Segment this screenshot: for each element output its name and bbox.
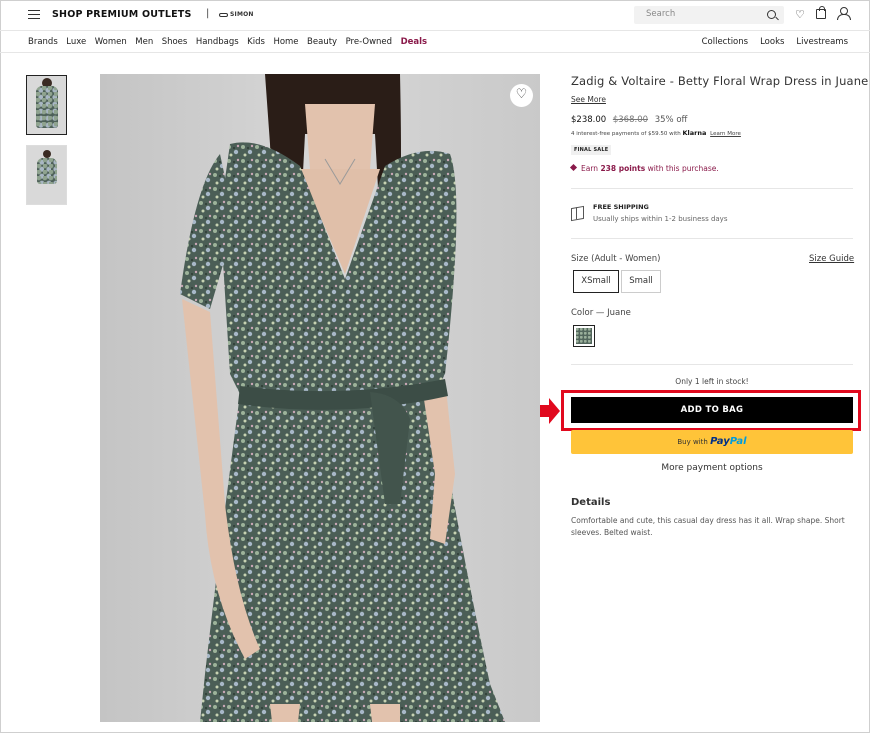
- top-bar: SHOP PREMIUM OUTLETS | SIMON Search ♡: [0, 0, 870, 30]
- add-to-wishlist-heart-icon[interactable]: ♡: [510, 84, 533, 107]
- size-label: Size (Adult - Women): [571, 254, 661, 264]
- user-account-icon[interactable]: [837, 7, 851, 20]
- paypal-button[interactable]: Buy with PayPal: [571, 430, 853, 454]
- sale-price: $238.00: [571, 115, 607, 125]
- size-option-xsmall[interactable]: XSmall: [573, 270, 619, 293]
- points-value: 238 points: [600, 164, 646, 173]
- site-logo[interactable]: SHOP PREMIUM OUTLETS: [52, 9, 192, 20]
- product-thumbnail-1[interactable]: [26, 75, 67, 135]
- nav-women[interactable]: Women: [95, 37, 127, 47]
- simon-text: SIMON: [230, 11, 254, 18]
- nav-luxe[interactable]: Luxe: [66, 37, 86, 47]
- klarna-logo: Klarna: [682, 129, 707, 137]
- klarna-installments: 4 interest-free payments of $59.50 with …: [571, 129, 741, 137]
- shopping-bag-icon[interactable]: [816, 6, 826, 19]
- nav-home[interactable]: Home: [273, 37, 298, 47]
- category-nav: Brands Luxe Women Men Shoes Handbags Kid…: [0, 30, 870, 53]
- simon-logo[interactable]: SIMON: [219, 11, 254, 18]
- nav-handbags[interactable]: Handbags: [196, 37, 239, 47]
- paypal-logo: PayPal: [710, 436, 747, 447]
- thumbnail-dress: [37, 158, 57, 184]
- divider: [571, 238, 853, 239]
- divider: [571, 364, 853, 365]
- klarna-text: 4 interest-free payments of $59.50 with: [571, 131, 681, 137]
- size-option-small[interactable]: Small: [621, 270, 661, 293]
- price-row: $238.00 $368.00 35% off: [571, 115, 687, 125]
- nav-beauty[interactable]: Beauty: [307, 37, 337, 47]
- points-prefix: Earn: [581, 164, 599, 173]
- color-swatch-juane[interactable]: [573, 325, 595, 347]
- original-price: $368.00: [612, 115, 649, 125]
- free-shipping-title: FREE SHIPPING: [593, 203, 649, 211]
- product-thumbnail-2[interactable]: [26, 145, 67, 205]
- paypal-logo-pal: Pal: [729, 436, 747, 447]
- see-more-link[interactable]: See More: [571, 95, 606, 104]
- search-icon[interactable]: [767, 10, 776, 19]
- details-text: Comfortable and cute, this casual day dr…: [571, 516, 845, 537]
- nav-deals[interactable]: Deals: [401, 37, 428, 47]
- nav-livestreams[interactable]: Livestreams: [796, 37, 848, 47]
- nav-men[interactable]: Men: [135, 37, 153, 47]
- search-placeholder: Search: [646, 9, 676, 19]
- nav-looks[interactable]: Looks: [760, 37, 784, 47]
- nav-kids[interactable]: Kids: [247, 37, 265, 47]
- shipping-box-icon: [571, 205, 584, 222]
- reward-points: Earn 238 points with this purchase.: [569, 163, 719, 173]
- simon-mark-icon: [219, 12, 228, 17]
- main-product-image[interactable]: [100, 74, 540, 722]
- nav-right-links: Collections Looks Livestreams: [690, 37, 848, 47]
- nav-left-links: Brands Luxe Women Men Shoes Handbags Kid…: [28, 37, 436, 47]
- paypal-logo-pay: Pay: [710, 436, 730, 447]
- points-suffix: with this purchase.: [647, 164, 719, 173]
- search-input[interactable]: Search: [634, 6, 784, 24]
- final-sale-badge: FINAL SALE: [571, 145, 612, 155]
- more-payment-options-link[interactable]: More payment options: [571, 463, 853, 473]
- points-diamond-icon: [569, 163, 578, 172]
- divider: [571, 188, 853, 189]
- nav-collections[interactable]: Collections: [702, 37, 748, 47]
- color-label: Color — Juane: [571, 308, 631, 318]
- discount-percent: 35% off: [654, 115, 688, 125]
- stock-status: Only 1 left in stock!: [675, 377, 749, 386]
- size-guide-link[interactable]: Size Guide: [809, 254, 854, 264]
- product-title: Zadig & Voltaire - Betty Floral Wrap Dre…: [571, 74, 869, 88]
- thumbnail-model-head: [43, 150, 51, 158]
- klarna-learn-more-link[interactable]: Learn More: [710, 131, 741, 137]
- add-to-bag-button[interactable]: ADD TO BAG: [571, 397, 853, 423]
- paypal-prefix: Buy with: [677, 438, 708, 446]
- nav-brands[interactable]: Brands: [28, 37, 58, 47]
- logo-separator: |: [206, 8, 210, 19]
- nav-shoes[interactable]: Shoes: [162, 37, 188, 47]
- swatch-fill: [576, 328, 592, 344]
- details-heading: Details: [571, 497, 611, 508]
- wishlist-heart-icon[interactable]: ♡: [795, 8, 805, 21]
- thumbnail-dress: [36, 86, 58, 128]
- shipping-subtitle: Usually ships within 1-2 business days: [593, 215, 728, 223]
- hamburger-menu-icon[interactable]: [28, 10, 40, 19]
- nav-pre-owned[interactable]: Pre-Owned: [346, 37, 392, 47]
- product-photo-illustration: [180, 74, 505, 722]
